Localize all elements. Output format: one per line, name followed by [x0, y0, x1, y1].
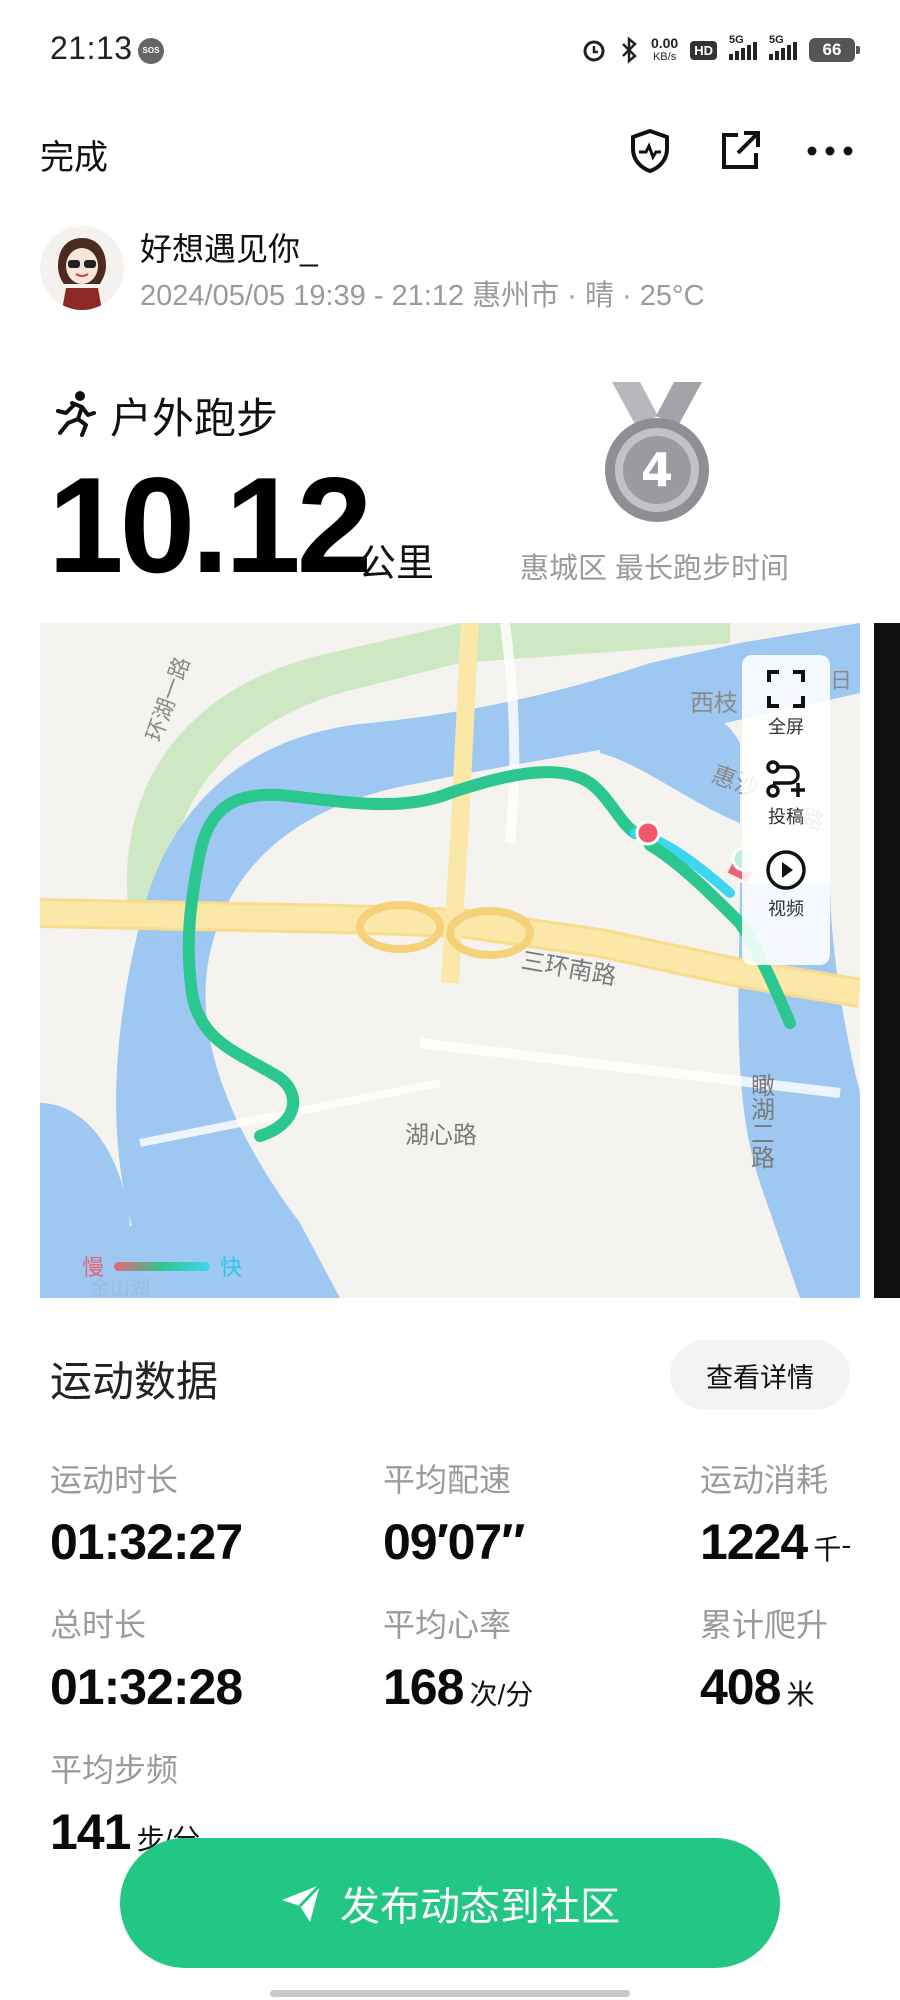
running-icon [50, 389, 96, 442]
distance-unit: 公里 [358, 543, 435, 585]
distance-value: 10.12 [48, 449, 372, 601]
status-bar: 21:13 SOS 0.00 KB/s HD 5G 5G 66 [0, 0, 900, 100]
stat-total-duration: 总时长 01:32:28 [50, 1607, 243, 1715]
status-icons: 0.00 KB/s HD 5G 5G 66 [581, 30, 860, 70]
route-map[interactable]: 环湖一路 西枝 日 惠沙 路 三环南路 湖心路 瞰湖二路 金山湖 [40, 623, 860, 1298]
legend-gradient [114, 1261, 211, 1271]
route-submit-icon [766, 760, 805, 798]
medal-icon[interactable]: 4 [598, 380, 716, 530]
fullscreen-button[interactable]: 全屏 [766, 669, 806, 739]
map-road-label: 湖心路 [405, 1122, 477, 1149]
stat-elevation-gain: 累计爬升 408 米 [700, 1607, 829, 1715]
stat-avg-pace: 平均配速 09′07″ [383, 1462, 525, 1570]
user-info: 好想遇见你_ 2024/05/05 19:39 - 21:12 惠州市 · 晴 … [40, 220, 860, 312]
net-speed: 0.00 KB/s [650, 35, 679, 63]
medal-number: 4 [641, 443, 673, 497]
avatar[interactable] [40, 226, 124, 310]
fullscreen-icon [767, 670, 805, 708]
share-icon[interactable] [715, 126, 765, 176]
video-button[interactable]: 视频 [765, 849, 807, 921]
map-side-strip [874, 623, 900, 1298]
sport-title: 户外跑步 [110, 394, 279, 442]
signal-icon: 5G [769, 34, 797, 60]
view-details-button[interactable]: 查看详情 [670, 1340, 850, 1410]
status-time: 21:13 [50, 30, 133, 66]
send-icon [282, 1883, 322, 1922]
stat-duration: 运动时长 01:32:27 [50, 1462, 243, 1570]
hd-badge: HD [690, 40, 717, 60]
map-road-label: 瞰湖二路 [747, 1073, 775, 1169]
sos-icon: SOS [138, 38, 164, 64]
more-icon[interactable] [805, 126, 855, 176]
publish-label: 发布动态到社区 [340, 1885, 620, 1929]
sport-type: 户外跑步 [50, 385, 278, 445]
submit-button[interactable]: 投稿 [764, 759, 808, 829]
map-area-label: 西枝 [690, 690, 738, 717]
alarm-icon [581, 37, 607, 63]
map-area-label: 日 [830, 668, 852, 693]
activity-meta: 2024/05/05 19:39 - 21:12 惠州市 · 晴 · 25°C [140, 280, 705, 312]
speed-legend: 慢 快 [82, 1250, 242, 1282]
stats-title: 运动数据 [50, 1358, 219, 1405]
legend-fast: 快 [220, 1255, 243, 1280]
publish-button[interactable]: 发布动态到社区 [120, 1838, 780, 1968]
play-icon [766, 850, 806, 890]
top-toolbar: 完成 [0, 110, 900, 190]
done-button[interactable]: 完成 [40, 130, 108, 179]
medal-label: 惠城区 最长跑步时间 [520, 553, 790, 585]
signal-icon: 5G [729, 34, 757, 60]
stat-avg-heart-rate: 平均心率 168 次/分 [383, 1607, 534, 1715]
home-indicator[interactable] [270, 1990, 630, 1997]
stat-calories: 运动消耗 1224千卡 [700, 1462, 850, 1570]
shield-heart-icon[interactable] [625, 126, 675, 176]
bluetooth-icon [619, 36, 639, 64]
legend-slow: 慢 [82, 1255, 105, 1280]
map-tools: 全屏 投稿 视频 [742, 655, 830, 965]
battery-icon: 66 [809, 38, 860, 62]
user-name: 好想遇见你_ [140, 231, 318, 267]
